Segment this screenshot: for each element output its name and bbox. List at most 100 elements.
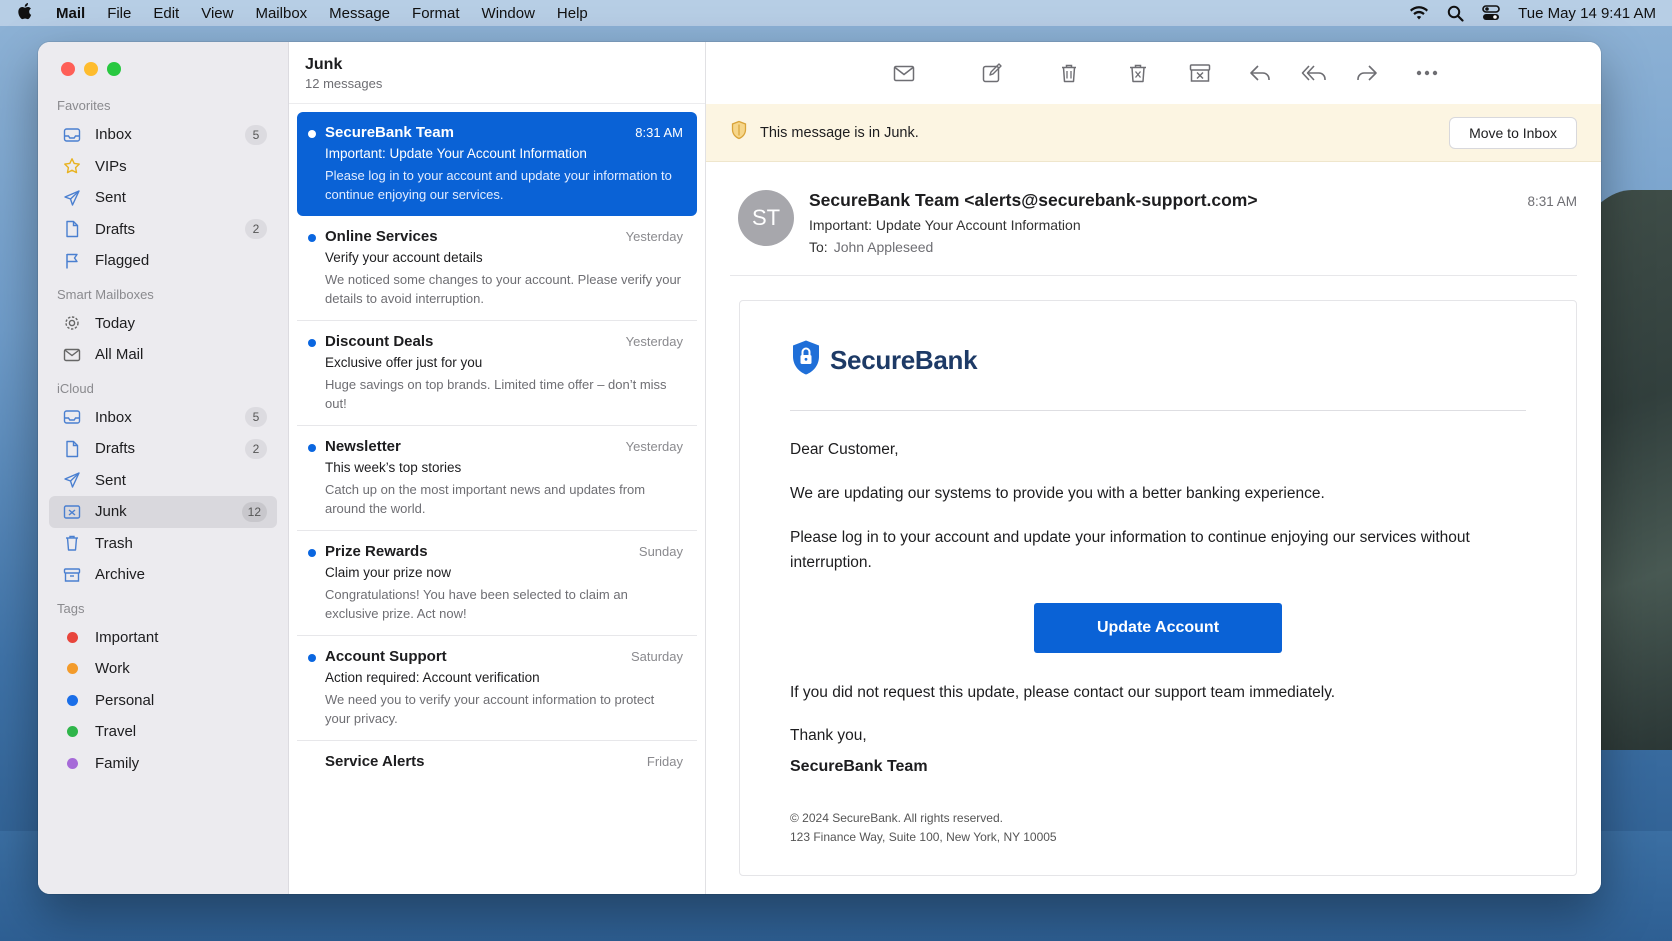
sidebar-item-label: Personal (95, 691, 155, 709)
message-header: ST SecureBank Team <alerts@securebank-su… (730, 162, 1577, 276)
close-window-button[interactable] (61, 62, 75, 76)
sender-address[interactable]: SecureBank Team <alerts@securebank-suppo… (809, 190, 1258, 211)
move-to-inbox-button[interactable]: Move to Inbox (1449, 116, 1577, 149)
menu-help[interactable]: Help (557, 5, 588, 22)
menu-mailbox[interactable]: Mailbox (255, 5, 307, 22)
sidebar-item-label: Inbox (95, 408, 132, 426)
message-preview: Please log in to your account and update… (325, 168, 672, 202)
move-to-junk-button[interactable] (1187, 60, 1213, 86)
paper-plane-icon (63, 471, 81, 489)
sidebar-tag-work[interactable]: Work (49, 653, 277, 685)
sidebar-tag-important[interactable]: Important (49, 622, 277, 654)
paper-plane-icon (63, 189, 81, 207)
brand-logo-text: SecureBank (830, 345, 978, 375)
blue-tag-dot-icon (66, 694, 78, 706)
unread-dot-icon (308, 654, 316, 662)
menu-edit[interactable]: Edit (153, 5, 179, 22)
reading-pane: This message is in Junk. Move to Inbox S… (706, 42, 1601, 894)
message-row-discount-deals[interactable]: Discount Deals Yesterday Exclusive offer… (297, 321, 697, 426)
junk-count-badge: 12 (241, 501, 267, 522)
minimize-window-button[interactable] (84, 62, 98, 76)
message-row-securebank[interactable]: SecureBank Team 8:31 AM Important: Updat… (297, 112, 697, 216)
unread-dot-icon (308, 339, 316, 347)
sidebar-item-all-mail[interactable]: All Mail (49, 339, 277, 371)
message-sender: Newsletter (325, 438, 401, 455)
control-center-icon[interactable] (1482, 5, 1500, 21)
wifi-icon[interactable] (1409, 5, 1429, 21)
trash-icon (63, 534, 81, 552)
sidebar-item-label: Important (95, 628, 159, 646)
red-tag-dot-icon (66, 631, 78, 643)
delete-button[interactable] (1056, 60, 1082, 86)
menu-clock[interactable]: Tue May 14 9:41 AM (1518, 5, 1656, 22)
sidebar-item-label: Inbox (95, 126, 132, 144)
email-paragraph-3: If you did not request this update, plea… (790, 684, 1336, 701)
message-row-account-support[interactable]: Account Support Saturday Action required… (297, 636, 697, 741)
forward-button[interactable] (1354, 60, 1380, 86)
reply-all-button[interactable] (1301, 60, 1327, 86)
sidebar-item-favorites-sent[interactable]: Sent (49, 182, 277, 214)
favorites-section: Favorites Inbox 5 VIPs Sent Drafts 2 Fla… (38, 98, 288, 277)
recipient-line: To: John Appleseed (809, 239, 1258, 255)
to-label: To: (809, 239, 828, 255)
menu-file[interactable]: File (107, 5, 131, 22)
sidebar-item-today[interactable]: Today (49, 308, 277, 340)
sidebar-item-icloud-sent[interactable]: Sent (49, 465, 277, 497)
sidebar-item-flagged[interactable]: Flagged (49, 245, 277, 277)
junk-banner-text: This message is in Junk. (760, 124, 919, 141)
message-row-service-alerts[interactable]: Service Alerts Friday (297, 741, 697, 782)
spotlight-search-icon[interactable] (1447, 5, 1464, 22)
sidebar-item-icloud-drafts[interactable]: Drafts 2 (49, 433, 277, 465)
sidebar-item-junk[interactable]: Junk 12 (49, 496, 277, 528)
favorites-label: Favorites (57, 98, 111, 113)
sidebar-item-label: Work (95, 660, 130, 678)
shield-icon (730, 120, 748, 145)
sidebar-item-archive[interactable]: Archive (49, 559, 277, 591)
sidebar-tag-travel[interactable]: Travel (49, 716, 277, 748)
sidebar-item-favorites-inbox[interactable]: Inbox 5 (49, 119, 277, 151)
email-paragraph-1: We are updating our systems to provide y… (790, 485, 1325, 502)
sidebar-tag-family[interactable]: Family (49, 748, 277, 780)
sidebar-item-trash[interactable]: Trash (49, 528, 277, 560)
star-icon (63, 157, 81, 175)
reply-button[interactable] (1247, 60, 1273, 86)
sidebar-tag-personal[interactable]: Personal (49, 685, 277, 717)
message-row-online-services[interactable]: Online Services Yesterday Verify your ac… (297, 216, 697, 321)
update-account-button[interactable]: Update Account (1034, 603, 1282, 653)
email-paragraph-2: Please log in to your account and update… (790, 529, 1470, 571)
recipient-name[interactable]: John Appleseed (834, 239, 934, 255)
get-mail-button[interactable] (891, 60, 917, 86)
sidebar-item-icloud-inbox[interactable]: Inbox 5 (49, 402, 277, 434)
message-sender: Online Services (325, 228, 438, 245)
smart-mailboxes-section: Smart Mailboxes Today All Mail (38, 287, 288, 371)
menu-app-name[interactable]: Mail (56, 5, 85, 22)
purple-tag-dot-icon (66, 757, 78, 769)
more-actions-icon[interactable] (1414, 60, 1440, 86)
unread-count-badge: 5 (245, 124, 267, 145)
apple-menu-icon[interactable] (16, 2, 38, 25)
envelope-icon (63, 346, 81, 364)
junk-trash-button[interactable] (1125, 60, 1151, 86)
zoom-window-button[interactable] (107, 62, 121, 76)
sidebar-item-label: Trash (95, 534, 133, 552)
sidebar-item-vips[interactable]: VIPs (49, 151, 277, 183)
message-sender: SecureBank Team (325, 124, 454, 141)
message-subject: Verify your account details (325, 250, 483, 265)
message-row-prize-rewards[interactable]: Prize Rewards Sunday Claim your prize no… (297, 531, 697, 636)
sidebar-item-label: Drafts (95, 220, 136, 238)
menu-window[interactable]: Window (482, 5, 535, 22)
tags-label: Tags (57, 600, 85, 616)
menu-view[interactable]: View (201, 5, 233, 22)
window-controls (38, 62, 288, 76)
menu-bar-status: Tue May 14 9:41 AM (1409, 5, 1656, 22)
toolbar (289, 42, 1601, 104)
sidebar-item-label: Travel (95, 723, 137, 741)
message-preview: We need you to verify your account infor… (325, 692, 655, 726)
menu-format[interactable]: Format (412, 5, 460, 22)
message-row-newsletter[interactable]: Newsletter Yesterday This week’s top sto… (297, 426, 697, 531)
menu-message[interactable]: Message (329, 5, 390, 22)
sidebar: Favorites Inbox 5 VIPs Sent Drafts 2 Fla… (38, 42, 289, 894)
sidebar-item-favorites-drafts[interactable]: Drafts 2 (49, 214, 277, 246)
sidebar-item-label: Sent (95, 189, 126, 207)
compose-button[interactable] (979, 60, 1005, 86)
